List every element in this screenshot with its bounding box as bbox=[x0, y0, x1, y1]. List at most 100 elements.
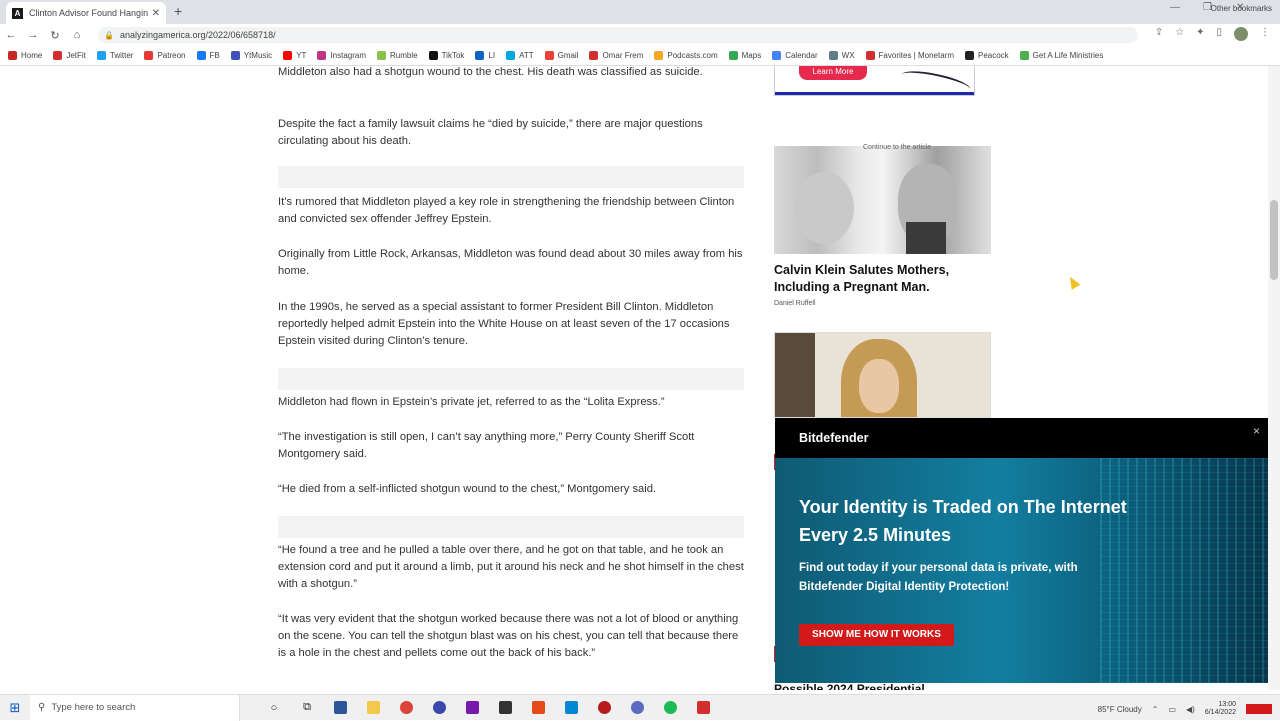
share-icon[interactable]: ⇪ bbox=[1155, 27, 1163, 41]
bookmark-label: Rumble bbox=[390, 51, 418, 60]
promo-headline-link[interactable]: Calvin Klein Salutes Mothers, Including … bbox=[774, 262, 984, 296]
windows-start-icon[interactable]: ⊞ bbox=[0, 700, 30, 716]
page-scrollbar[interactable] bbox=[1268, 66, 1280, 690]
article-paragraph: It’s rumored that Middleton played a key… bbox=[278, 196, 735, 225]
close-tab-icon[interactable]: ✕ bbox=[152, 8, 160, 19]
profile-avatar[interactable] bbox=[1234, 27, 1248, 41]
bookmark-label: Home bbox=[21, 51, 43, 60]
task-view-icon[interactable]: ⧉ bbox=[297, 699, 317, 717]
promo-image[interactable] bbox=[774, 146, 991, 254]
calculator-icon[interactable] bbox=[495, 699, 515, 717]
bookmark-label: Omar Frem bbox=[602, 51, 644, 60]
bookmark-item[interactable]: Instagram bbox=[317, 51, 366, 60]
bookmark-favicon-icon bbox=[865, 51, 875, 60]
bookmark-star-icon[interactable]: ☆ bbox=[1175, 27, 1184, 41]
office-icon[interactable] bbox=[528, 699, 548, 717]
cortana-icon[interactable]: ○ bbox=[264, 699, 284, 717]
menu-kebab-icon[interactable]: ⋮ bbox=[1260, 27, 1270, 41]
promo-image-2[interactable] bbox=[774, 332, 991, 418]
bookmark-favicon-icon bbox=[964, 51, 974, 60]
bookmark-item[interactable]: Patreon bbox=[144, 51, 186, 60]
promo-headline-link[interactable]: Possible 2024 Presidential bbox=[774, 682, 925, 690]
bitdefender-popup-ad[interactable]: Bitdefender × Your Identity is Traded on… bbox=[775, 418, 1270, 683]
new-tab-button[interactable]: + bbox=[174, 3, 182, 19]
bookmark-item[interactable]: FB bbox=[196, 51, 220, 60]
article-paragraph: “It was very evident that the shotgun wo… bbox=[278, 613, 739, 659]
clock[interactable]: 13:00 6/14/2022 bbox=[1205, 701, 1236, 717]
popup-body-text: Find out today if your personal data is … bbox=[799, 562, 1078, 593]
bookmark-favicon-icon bbox=[317, 51, 327, 60]
notification-icon[interactable] bbox=[1246, 704, 1272, 714]
scroll-thumb[interactable] bbox=[1270, 200, 1278, 280]
address-bar[interactable]: 🔒 analyzingamerica.org/2022/06/658718/ bbox=[98, 27, 1138, 43]
bookmark-item[interactable]: Omar Frem bbox=[589, 51, 643, 60]
sidebar-banner-ad[interactable]: Learn More bbox=[774, 66, 975, 96]
headphones-icon[interactable] bbox=[429, 699, 449, 717]
sidepanel-icon[interactable]: ▯ bbox=[1216, 27, 1222, 41]
bookmark-item[interactable]: WX bbox=[828, 51, 855, 60]
onenote-icon[interactable] bbox=[462, 699, 482, 717]
bookmark-item[interactable]: Rumble bbox=[377, 51, 418, 60]
bookmark-item[interactable]: Gmail bbox=[544, 51, 578, 60]
inline-ad-placeholder bbox=[278, 516, 744, 538]
learn-more-button[interactable]: Learn More bbox=[799, 66, 867, 80]
bookmark-label: Favorites | Monetarm bbox=[878, 51, 954, 60]
image-shape bbox=[859, 359, 899, 413]
weather-widget[interactable]: 85°F Cloudy bbox=[1098, 705, 1142, 714]
forward-arrow-icon[interactable]: → bbox=[22, 29, 44, 41]
tray-chevron-icon[interactable]: ⌃ bbox=[1152, 705, 1159, 714]
article-paragraph: “The investigation is still open, I can’… bbox=[278, 431, 695, 460]
reload-icon[interactable]: ↻ bbox=[44, 29, 66, 42]
bookmark-item[interactable]: Get A Life Ministries bbox=[1019, 51, 1103, 60]
system-tray: 85°F Cloudy ⌃ ▭ ◀) 13:00 6/14/2022 bbox=[1098, 701, 1272, 717]
extensions-puzzle-icon[interactable]: ✦ bbox=[1196, 27, 1204, 41]
browser-icon[interactable] bbox=[627, 699, 647, 717]
chrome-icon[interactable] bbox=[396, 699, 416, 717]
minimize-button[interactable]: — bbox=[1170, 2, 1180, 13]
browser-tab-active[interactable]: A Clinton Advisor Found Hanging... ✕ bbox=[6, 2, 166, 24]
bookmark-item[interactable]: Home bbox=[8, 51, 42, 60]
spotify-icon[interactable] bbox=[660, 699, 680, 717]
taskbar-search-box[interactable]: ⚲ Type here to search bbox=[30, 694, 240, 721]
bookmark-item[interactable]: Twitter bbox=[96, 51, 134, 60]
network-icon[interactable]: ▭ bbox=[1168, 705, 1176, 714]
pinned-apps: ○ ⧉ bbox=[264, 699, 713, 717]
photos-icon[interactable] bbox=[561, 699, 581, 717]
tab-strip: A Clinton Advisor Found Hanging... ✕ + —… bbox=[0, 0, 1280, 24]
bookmark-favicon-icon bbox=[8, 51, 17, 60]
bookmark-item[interactable]: Favorites | Monetarm bbox=[865, 51, 954, 60]
bookmarks-bar: Home JetFit Twitter Patreon FB YtMusic YT Insta… bbox=[0, 46, 1280, 66]
home-icon[interactable]: ⌂ bbox=[66, 29, 88, 41]
image-shape bbox=[906, 222, 946, 254]
bookmark-item[interactable]: YtMusic bbox=[230, 51, 272, 60]
back-arrow-icon[interactable]: ← bbox=[0, 29, 22, 41]
promo-caption: Continue to the article bbox=[863, 144, 932, 151]
bookmark-item[interactable]: ATT bbox=[506, 51, 534, 60]
bookmark-item[interactable]: TikTok bbox=[428, 51, 465, 60]
show-me-how-button[interactable]: SHOW ME HOW IT WORKS bbox=[799, 624, 954, 646]
bookmark-label: TikTok bbox=[441, 51, 465, 60]
record-icon[interactable] bbox=[594, 699, 614, 717]
url-text: analyzingamerica.org/2022/06/658718/ bbox=[119, 30, 276, 40]
bookmark-label: ATT bbox=[519, 51, 534, 60]
bookmark-item[interactable]: YT bbox=[283, 51, 306, 60]
word-icon[interactable] bbox=[330, 699, 350, 717]
bookmark-item[interactable]: Maps bbox=[728, 51, 761, 60]
close-icon[interactable]: × bbox=[1253, 424, 1260, 438]
bookmark-item[interactable]: JetFit bbox=[53, 51, 86, 60]
bookmark-item[interactable]: LI bbox=[475, 51, 495, 60]
brave-icon[interactable] bbox=[693, 699, 713, 717]
other-bookmarks[interactable]: Other bookmarks bbox=[1211, 4, 1272, 13]
clock-date: 6/14/2022 bbox=[1204, 709, 1236, 716]
bookmark-favicon-icon bbox=[230, 51, 240, 60]
bookmark-favicon-icon bbox=[654, 51, 664, 60]
bitdefender-logo: Bitdefender bbox=[799, 431, 869, 445]
bookmark-item[interactable]: Calendar bbox=[772, 51, 818, 60]
bookmark-label: Twitter bbox=[109, 51, 134, 60]
bookmark-item[interactable]: Podcasts.com bbox=[654, 51, 718, 60]
volume-icon[interactable]: ◀) bbox=[1186, 705, 1195, 714]
bookmark-favicon-icon bbox=[144, 51, 154, 60]
file-explorer-icon[interactable] bbox=[363, 699, 383, 717]
bookmark-item[interactable]: Peacock bbox=[964, 51, 1009, 60]
bookmark-favicon-icon bbox=[196, 51, 206, 60]
